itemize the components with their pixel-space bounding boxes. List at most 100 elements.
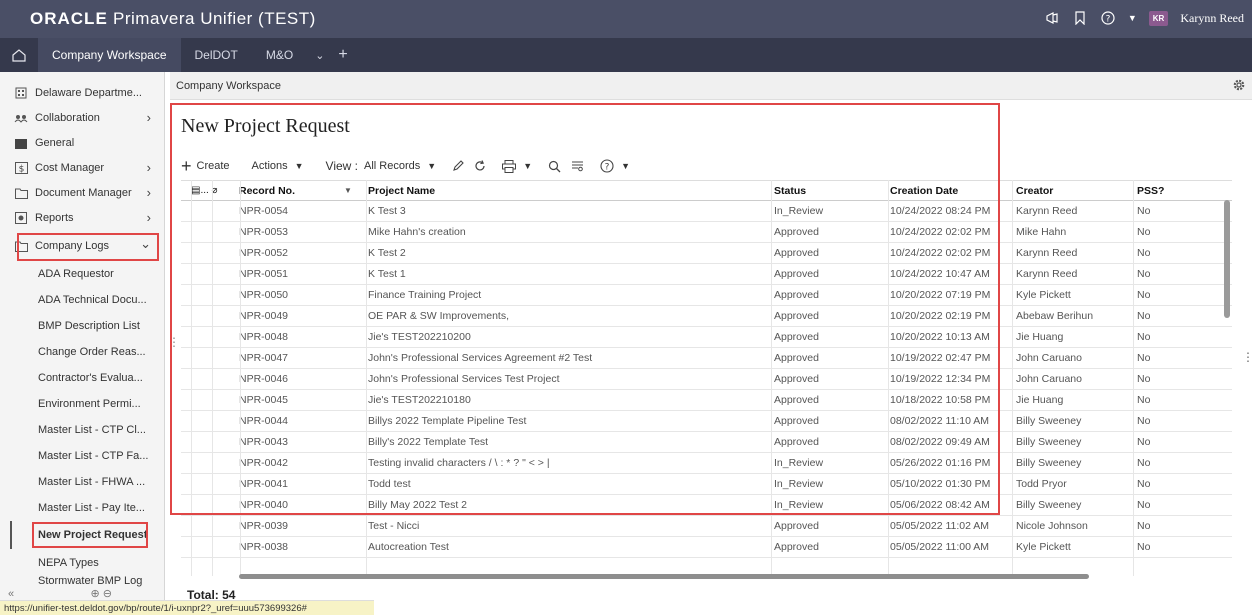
cell-pss: No xyxy=(1137,331,1151,343)
home-icon[interactable] xyxy=(0,38,38,72)
sidebar-item-reports[interactable]: Reports › xyxy=(0,205,165,231)
sidebar-item-label: General xyxy=(35,137,75,149)
sidebar-sub-nepa-types[interactable]: NEPA Types xyxy=(0,550,165,576)
cell-pss: No xyxy=(1137,520,1151,532)
cell-creator: Todd Pryor xyxy=(1016,478,1067,490)
chevron-right-icon: › xyxy=(146,160,151,175)
collaboration-icon xyxy=(14,112,28,124)
help-menu-caret-icon[interactable]: ▼ xyxy=(1128,13,1137,23)
sidebar-sub-fhwa[interactable]: Master List - FHWA ... xyxy=(0,469,165,495)
chevron-right-icon: › xyxy=(146,210,151,225)
cell-creator: Jie Huang xyxy=(1016,331,1064,343)
cell-creator: Abebaw Berihun xyxy=(1016,310,1094,322)
sidebar-item-document-manager[interactable]: Document Manager › xyxy=(0,180,165,206)
cell-pss: No xyxy=(1137,289,1151,301)
sidebar-sub-change-order[interactable]: Change Order Reas... xyxy=(0,339,165,365)
cell-creation-date: 05/05/2022 11:00 AM xyxy=(890,541,990,553)
sidebar-item-label: Document Manager xyxy=(35,187,132,199)
svg-text:?: ? xyxy=(1105,15,1110,25)
chevron-right-icon: › xyxy=(146,110,151,125)
cell-creator: Jie Huang xyxy=(1016,394,1064,406)
tab-m-and-o[interactable]: M&O xyxy=(252,38,307,72)
breadcrumb-workspace[interactable]: Company Workspace xyxy=(176,80,281,92)
tab-company-workspace[interactable]: Company Workspace xyxy=(38,38,181,72)
sidebar-sub-bmp-description[interactable]: BMP Description List xyxy=(0,313,165,339)
company-logs-highlight xyxy=(17,233,159,261)
avatar[interactable]: KR xyxy=(1148,10,1169,26)
row-attachment-cell[interactable] xyxy=(191,537,212,557)
cell-pss: No xyxy=(1137,499,1151,511)
breadcrumb: Company Workspace xyxy=(170,72,1252,100)
sidebar-item-label: Cost Manager xyxy=(35,162,105,174)
cell-pss: No xyxy=(1137,457,1151,469)
dollar-icon: $ xyxy=(14,162,28,174)
reports-icon xyxy=(14,212,28,224)
sidebar-sub-contractor-eval[interactable]: Contractor's Evalua... xyxy=(0,365,165,391)
help-icon[interactable]: ? xyxy=(1100,10,1116,26)
cell-pss: No xyxy=(1137,268,1151,280)
header-creator[interactable]: Creator xyxy=(1016,181,1136,200)
cell-status: Approved xyxy=(774,520,819,532)
announcement-icon[interactable] xyxy=(1044,10,1060,26)
cell-status: Approved xyxy=(774,541,819,553)
building-icon xyxy=(14,87,28,99)
cell-creator: Karynn Reed xyxy=(1016,205,1078,217)
cell-creator: Nicole Johnson xyxy=(1016,520,1088,532)
active-item-indicator xyxy=(10,521,12,549)
folder-icon xyxy=(14,187,28,199)
gear-icon[interactable] xyxy=(1232,78,1246,95)
row-select-cell[interactable] xyxy=(181,537,191,557)
workspace-tab-bar: Company Workspace DelDOT M&O ⌄ + xyxy=(0,38,1252,72)
new-project-request-panel-highlight xyxy=(170,103,1000,515)
cell-creator: John Caruano xyxy=(1016,352,1082,364)
sidebar-item-label: Collaboration xyxy=(35,112,100,124)
top-bar: ORACLE Primavera Unifier (TEST) ? ▼ KR K… xyxy=(0,0,1252,38)
cell-pss: No xyxy=(1137,541,1151,553)
top-right-controls: ? ▼ KR Karynn Reed xyxy=(1044,10,1244,26)
add-tab-plus-icon[interactable]: + xyxy=(332,38,353,72)
cell-project-name[interactable]: Autocreation Test xyxy=(368,537,773,557)
tab-deldot[interactable]: DelDOT xyxy=(181,38,252,72)
table-row[interactable]: NPR-0039 Test - Nicci Approved 05/05/2022 1… xyxy=(181,516,1232,537)
sidebar-sub-ctp-fa[interactable]: Master List - CTP Fa... xyxy=(0,443,165,469)
sidebar-collapse-controls-icon[interactable]: « ⊕ ⊖ xyxy=(8,587,112,600)
sidebar-item-label: Delaware Departme... xyxy=(35,87,142,99)
row-select-cell[interactable] xyxy=(181,516,191,536)
user-name[interactable]: Karynn Reed xyxy=(1180,11,1244,26)
column-divider xyxy=(1012,180,1013,576)
sidebar-sub-ada-technical[interactable]: ADA Technical Docu... xyxy=(0,287,165,313)
more-tabs-chevron-icon[interactable]: ⌄ xyxy=(307,38,332,72)
cell-pss: No xyxy=(1137,310,1151,322)
vertical-scrollbar[interactable] xyxy=(1224,200,1230,318)
panel-options-dots-icon[interactable]: ⋮ xyxy=(1242,350,1252,364)
bookmark-icon[interactable] xyxy=(1072,10,1088,26)
cell-pss: No xyxy=(1137,352,1151,364)
sidebar-item-collaboration[interactable]: Collaboration › xyxy=(0,105,165,131)
row-attachment-cell[interactable] xyxy=(191,516,212,536)
cell-project-name[interactable]: Test - Nicci xyxy=(368,516,773,536)
sidebar-sub-ada-requestor[interactable]: ADA Requestor xyxy=(0,261,165,287)
app-brand: ORACLE Primavera Unifier (TEST) xyxy=(30,9,316,29)
svg-text:$: $ xyxy=(18,165,24,175)
table-row[interactable]: NPR-0038 Autocreation Test Approved 05/05/2… xyxy=(181,537,1232,558)
cell-pss: No xyxy=(1137,415,1151,427)
chevron-right-icon: › xyxy=(146,185,151,200)
horizontal-scrollbar[interactable] xyxy=(239,574,1089,579)
cell-creator: Billy Sweeney xyxy=(1016,415,1082,427)
status-url: https://unifier-test.deldot.gov/bp/route… xyxy=(0,600,374,615)
cell-pss: No xyxy=(1137,373,1151,385)
cell-pss: No xyxy=(1137,394,1151,406)
sidebar-item-delaware[interactable]: Delaware Departme... xyxy=(0,80,165,106)
column-divider xyxy=(1133,180,1134,576)
app-title: Primavera Unifier (TEST) xyxy=(113,9,316,28)
sidebar-sub-environment-permit[interactable]: Environment Permi... xyxy=(0,391,165,417)
cell-creation-date: 05/05/2022 11:02 AM xyxy=(890,520,990,532)
sidebar-item-cost-manager[interactable]: $ Cost Manager › xyxy=(0,155,165,181)
cell-creator: Kyle Pickett xyxy=(1016,541,1071,553)
header-pss[interactable]: PSS? xyxy=(1137,181,1197,200)
sidebar-sub-pay-item[interactable]: Master List - Pay Ite... xyxy=(0,495,165,521)
sidebar-sub-ctp-cl[interactable]: Master List - CTP Cl... xyxy=(0,417,165,443)
sidebar-item-general[interactable]: General xyxy=(0,130,165,156)
cell-pss: No xyxy=(1137,478,1151,490)
cell-creator: Kyle Pickett xyxy=(1016,289,1071,301)
